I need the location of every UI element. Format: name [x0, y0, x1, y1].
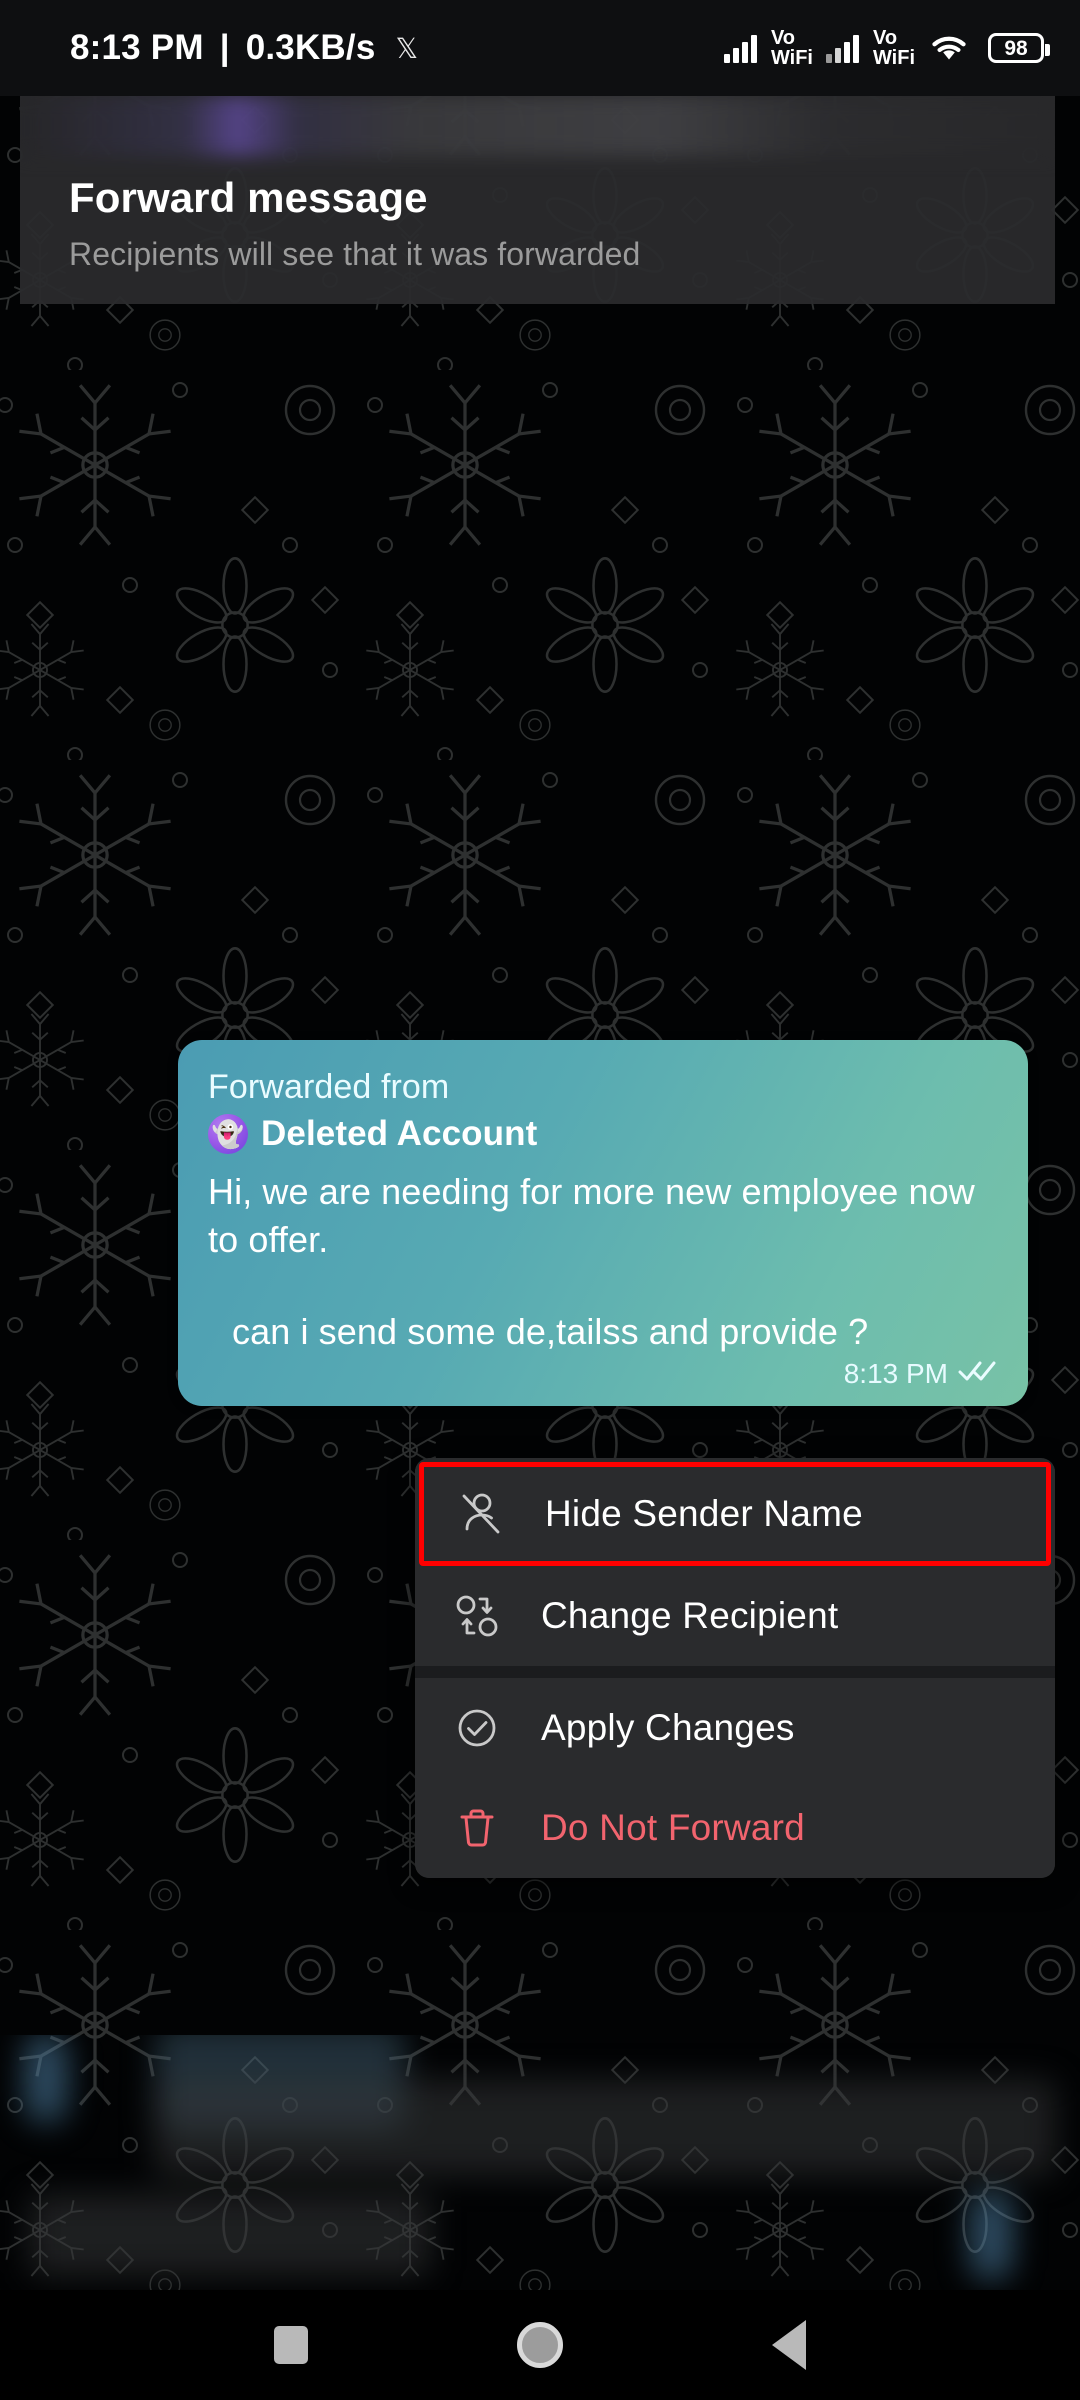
forward-options-menu[interactable]: Hide Sender Name Change Recipient Apply …	[415, 1458, 1055, 1878]
blurred-chat-toolbar	[20, 96, 1055, 156]
menu-item-label: Hide Sender Name	[545, 1493, 863, 1534]
menu-item-label: Apply Changes	[541, 1707, 795, 1748]
menu-item-label: Change Recipient	[541, 1595, 839, 1636]
menu-separator	[415, 1666, 1055, 1678]
composer-attach-blob	[25, 2035, 67, 2123]
battery-icon: 98	[988, 33, 1050, 63]
wifi-icon	[928, 30, 970, 67]
menu-item-hide-sender-name[interactable]: Hide Sender Name	[419, 1462, 1051, 1566]
network-speed: 0.3KB/s	[245, 28, 376, 67]
battery-level-text: 98	[1004, 36, 1028, 60]
forwarded-sender-name: Deleted Account	[261, 1113, 538, 1153]
signal-bars-sim2-icon	[825, 33, 859, 63]
status-bar-right: Vo WiFi Vo WiFi 98	[723, 26, 1050, 69]
composer-send-blob	[970, 2190, 1012, 2280]
message-text: Hi, we are needing for more new employee…	[208, 1168, 998, 1357]
status-bar: 8:13 PM | 0.3KB/s 𝕏 Vo WiFi Vo WiFi 98	[0, 0, 1080, 96]
vowifi-bottom-sim1: WiFi	[770, 47, 813, 69]
message-time: 8:13 PM	[843, 1358, 948, 1390]
status-bar-left: 8:13 PM | 0.3KB/s 𝕏	[70, 28, 418, 68]
android-navigation-bar[interactable]	[0, 2290, 1080, 2400]
menu-item-change-recipient[interactable]: Change Recipient	[415, 1566, 1055, 1666]
vowifi-bottom-sim2: WiFi	[872, 47, 915, 69]
person-slash-icon	[455, 1488, 507, 1540]
composer-blur-layer	[0, 2035, 1080, 2290]
message-meta: 8:13 PM	[208, 1358, 998, 1390]
signal-bars-sim1-icon	[723, 33, 757, 63]
message-line-2: can i send some de,tailss and provide ?	[232, 1310, 869, 1352]
menu-item-apply-changes[interactable]: Apply Changes	[415, 1678, 1055, 1778]
composer-hint-blob	[30, 2195, 430, 2275]
menu-item-label: Do Not Forward	[541, 1807, 805, 1848]
message-composer-blurred[interactable]	[0, 2035, 1080, 2290]
menu-group-2: Apply Changes Do Not Forward	[415, 1678, 1055, 1878]
page-title: Forward message	[69, 174, 428, 221]
vowifi-label-sim1: Vo WiFi	[770, 26, 813, 69]
back-button-icon[interactable]	[771, 2320, 806, 2370]
message-line-1: Hi, we are needing for more new employee…	[208, 1170, 975, 1260]
vowifi-top-sim1: Vo	[770, 26, 796, 49]
status-separator: |	[219, 28, 230, 67]
check-circle-icon	[451, 1702, 503, 1754]
vowifi-top-sim2: Vo	[872, 26, 898, 49]
x-app-icon: 𝕏	[395, 32, 419, 64]
ghost-avatar: 👻	[208, 1113, 248, 1154]
menu-group-1: Hide Sender Name Change Recipient	[415, 1462, 1055, 1666]
trash-icon	[451, 1802, 503, 1854]
forward-message-header: Forward message Recipients will see that…	[20, 96, 1055, 304]
status-time: 8:13 PM	[70, 28, 204, 67]
vowifi-label-sim2: Vo WiFi	[872, 26, 915, 69]
forwarded-from-label: Forwarded from	[208, 1068, 450, 1106]
double-check-icon	[958, 1358, 998, 1390]
page-subtitle: Recipients will see that it was forwarde…	[69, 236, 641, 272]
recents-button-icon[interactable]	[274, 2326, 309, 2364]
home-button-icon[interactable]	[516, 2322, 563, 2368]
phone-screen: 8:13 PM | 0.3KB/s 𝕏 Vo WiFi Vo WiFi 98 F…	[0, 0, 1080, 2400]
composer-input-blob	[155, 2080, 1055, 2175]
swap-users-icon	[451, 1590, 503, 1642]
forwarded-sender-row[interactable]: 👻 Deleted Account	[208, 1113, 998, 1154]
forwarded-message-bubble[interactable]: Forwarded from 👻 Deleted Account Hi, we …	[178, 1040, 1028, 1407]
menu-item-do-not-forward[interactable]: Do Not Forward	[415, 1778, 1055, 1878]
